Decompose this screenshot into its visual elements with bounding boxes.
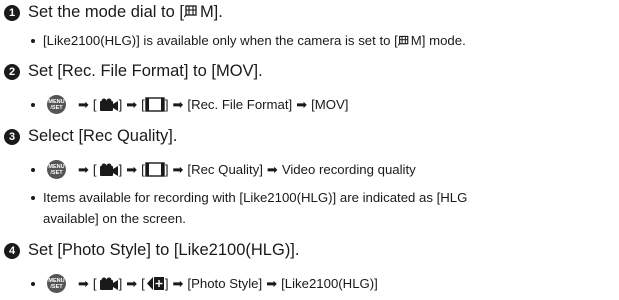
image-quality-tab-icon xyxy=(146,277,164,290)
arrow-icon: ➡ xyxy=(126,275,138,291)
menu-set-icon: MENU/SET xyxy=(47,95,66,114)
menu-item: [Rec Quality] xyxy=(187,162,263,177)
menu-item: [Photo Style] xyxy=(187,276,263,291)
bullet-dot xyxy=(31,38,35,43)
menu-tab-image-format: [ ] xyxy=(141,162,169,177)
arrow-icon: ➡ xyxy=(126,96,138,112)
step-1-note: [Like2100(HLG)] is available only when t… xyxy=(31,33,466,48)
arrow-icon: ➡ xyxy=(126,161,138,177)
step-1: 1 Set the mode dial to [M]. xyxy=(0,3,223,22)
video-camera-tab-icon xyxy=(99,163,118,176)
video-camera-tab-icon xyxy=(99,277,118,290)
step-3-menu-path: MENU/SET ➡ [ ] ➡ [ ] ➡ [Rec Quality] ➡ V… xyxy=(31,160,416,179)
image-format-tab-icon xyxy=(145,97,165,112)
menu-tab-video: [ ] xyxy=(92,162,123,177)
step-text: Set [Photo Style] to [Like2100(HLG)]. xyxy=(28,241,300,259)
menu-tab-video: [ ] xyxy=(92,276,123,291)
note-text: [Like2100(HLG)] is available only when t… xyxy=(43,33,466,48)
video-mode-icon xyxy=(183,5,197,18)
note-text: available] on the screen. xyxy=(43,211,186,226)
arrow-icon: ➡ xyxy=(78,161,89,177)
image-format-tab-icon xyxy=(145,162,165,177)
step-3-note: Items available for recording with [Like… xyxy=(31,190,467,205)
step-text: Set the mode dial to [M]. xyxy=(28,3,223,21)
step-4: 4 Set [Photo Style] to [Like2100(HLG)]. xyxy=(0,241,299,260)
menu-item: [Rec. File Format] xyxy=(187,97,293,112)
arrow-icon: ➡ xyxy=(266,275,278,291)
arrow-icon: ➡ xyxy=(266,161,278,177)
bullet-dot xyxy=(31,195,35,200)
arrow-icon: ➡ xyxy=(172,275,184,291)
menu-tab-video: [ ] xyxy=(92,97,123,112)
bullet-dot xyxy=(31,102,35,107)
step-2: 2 Set [Rec. File Format] to [MOV]. xyxy=(0,62,263,81)
step-text: Select [Rec Quality]. xyxy=(28,127,178,145)
menu-set-icon: MENU/SET xyxy=(47,160,66,179)
arrow-icon: ➡ xyxy=(172,96,184,112)
video-camera-tab-icon xyxy=(99,98,118,111)
arrow-icon: ➡ xyxy=(78,96,89,112)
step-number: 3 xyxy=(4,128,20,145)
step-2-menu-path: MENU/SET ➡ [ ] ➡ [ ] ➡ [Rec. File Format… xyxy=(31,95,348,114)
step-text: Set [Rec. File Format] to [MOV]. xyxy=(28,62,263,80)
step-number: 2 xyxy=(4,63,20,80)
step-3-note-continued: available] on the screen. xyxy=(43,211,186,226)
menu-tab-image-quality: [ ] xyxy=(141,276,169,291)
menu-set-icon: MENU/SET xyxy=(47,274,66,293)
step-3: 3 Select [Rec Quality]. xyxy=(0,127,177,146)
bullet-dot xyxy=(31,167,35,172)
video-mode-icon xyxy=(397,35,409,46)
menu-value: [Like2100(HLG)] xyxy=(281,276,378,291)
step-4-menu-path: MENU/SET ➡ [ ] ➡ [ ] ➡ [Photo Style] ➡ [… xyxy=(31,274,378,293)
arrow-icon: ➡ xyxy=(296,96,308,112)
arrow-icon: ➡ xyxy=(172,161,184,177)
menu-value: Video recording quality xyxy=(281,162,416,177)
bullet-dot xyxy=(31,281,35,286)
menu-value: [MOV] xyxy=(311,97,349,112)
step-number: 1 xyxy=(4,4,20,21)
step-number: 4 xyxy=(4,242,20,259)
arrow-icon: ➡ xyxy=(78,275,89,291)
note-text: Items available for recording with [Like… xyxy=(43,190,468,205)
menu-tab-image-format: [ ] xyxy=(141,97,169,112)
